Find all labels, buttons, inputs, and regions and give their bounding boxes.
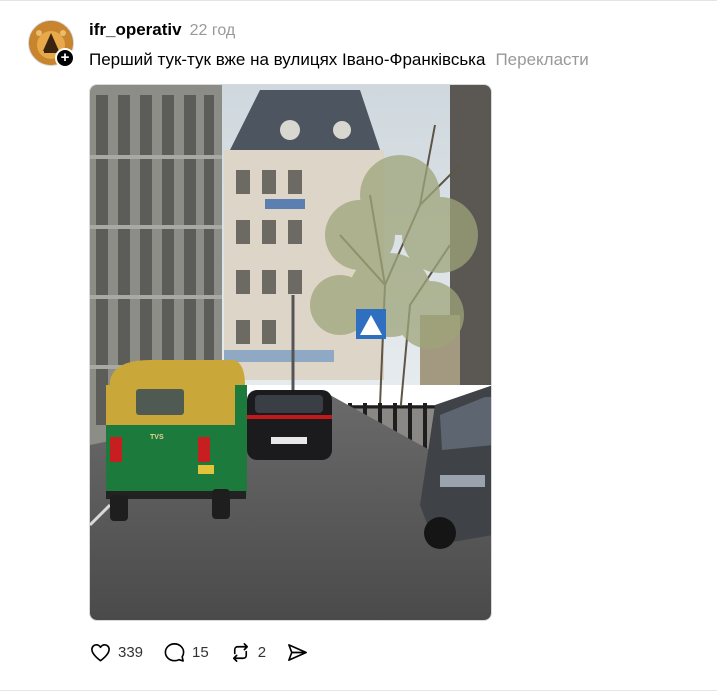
username-link[interactable]: ifr_operativ (89, 20, 182, 40)
post-actions: 339 15 2 (89, 639, 309, 665)
heart-icon (91, 643, 110, 661)
repost-button[interactable]: 2 (229, 641, 266, 664)
follow-badge[interactable]: + (55, 48, 75, 68)
like-count: 339 (118, 643, 144, 661)
comment-count: 15 (192, 643, 209, 661)
like-button[interactable]: 339 (89, 641, 143, 664)
post-caption: Перший тук-тук вже на вулицях Івано-Фран… (89, 50, 486, 69)
post-header: ifr_operativ 22 год (89, 20, 235, 42)
translate-link[interactable]: Перекласти (495, 50, 588, 70)
repost-icon (232, 642, 248, 662)
comment-bubble-icon (164, 642, 185, 662)
share-button[interactable] (286, 641, 309, 664)
street-photo: TVS (90, 85, 491, 620)
post-timestamp[interactable]: 22 год (190, 22, 236, 40)
caption-row: Перший тук-тук вже на вулицях Івано-Фран… (89, 50, 589, 70)
avatar-wrapper[interactable]: + (28, 20, 75, 68)
svg-text:TVS: TVS (150, 434, 164, 441)
post-container: + ifr_operativ 22 год Перший тук-тук вже… (0, 0, 717, 691)
post-photo[interactable]: TVS (89, 84, 492, 621)
repost-count: 2 (257, 643, 267, 661)
send-icon (288, 643, 308, 661)
comment-button[interactable]: 15 (163, 641, 209, 664)
